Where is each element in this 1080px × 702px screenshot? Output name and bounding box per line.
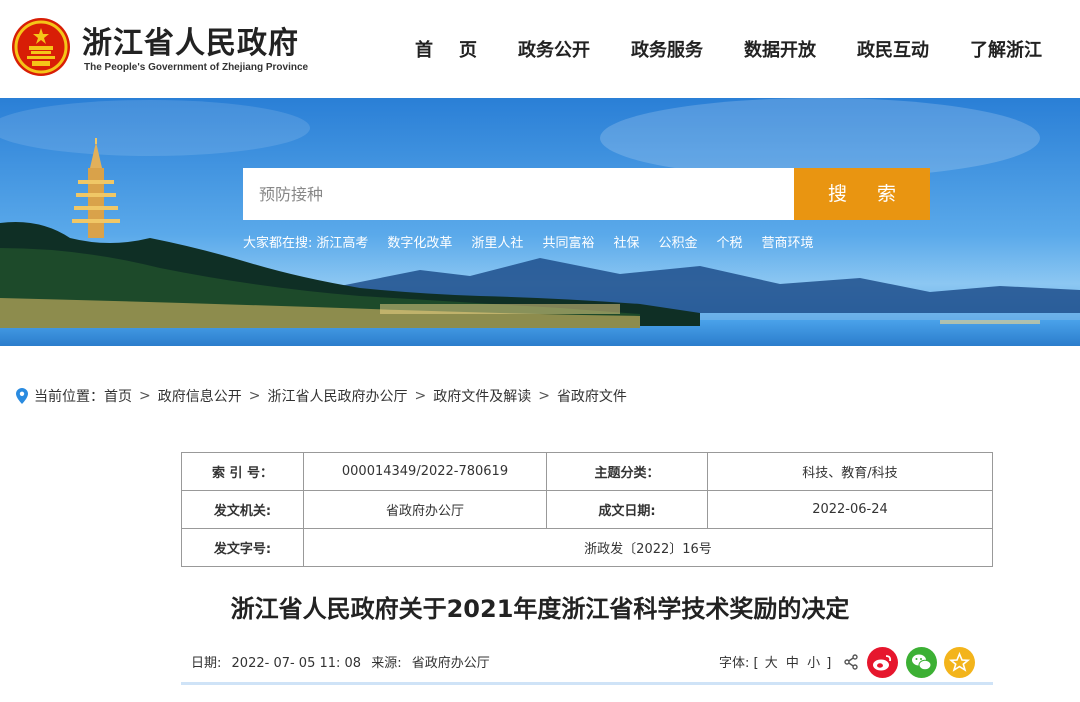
- weibo-icon: [873, 655, 892, 671]
- search-button[interactable]: 搜 索: [794, 168, 930, 220]
- weibo-share-button[interactable]: [867, 647, 898, 678]
- source-label: 来源:: [371, 656, 402, 671]
- national-emblem-icon[interactable]: [10, 16, 72, 78]
- document-number-label: 发文字号:: [181, 528, 304, 567]
- index-number-value: 000014349/2022-780619: [303, 452, 547, 491]
- font-size-control: 字体: [ 大 中 小 ]: [719, 652, 831, 671]
- article-divider: [181, 682, 993, 685]
- search-banner: 搜 索 大家都在搜: 浙江高考 数字化改革 浙里人社 共同富裕 社保 公积金 个…: [0, 98, 1080, 346]
- font-small-option[interactable]: 小: [807, 656, 820, 671]
- document-number-value: 浙政发〔2022〕16号: [303, 528, 993, 567]
- west-lake-banner-image: [0, 98, 1080, 346]
- breadcrumb-home[interactable]: 首页: [104, 386, 132, 406]
- table-row: 发文字号: 浙政发〔2022〕16号: [181, 528, 993, 567]
- hot-link-business-environment[interactable]: 营商环境: [762, 232, 814, 251]
- breadcrumb-general-office[interactable]: 浙江省人民政府办公厅: [267, 386, 407, 406]
- hot-link-zheli-renshe[interactable]: 浙里人社: [471, 232, 523, 251]
- favorite-button[interactable]: [944, 647, 975, 678]
- hot-searches: 大家都在搜: 浙江高考 数字化改革 浙里人社 共同富裕 社保 公积金 个税 营商…: [243, 232, 833, 251]
- issuer-value: 省政府办公厅: [303, 490, 547, 529]
- share-icon[interactable]: [843, 654, 859, 670]
- nav-gov-affairs-open[interactable]: 政务公开: [518, 36, 590, 62]
- wechat-share-button[interactable]: [906, 647, 937, 678]
- main-nav: 首页 政务公开 政务服务 数据开放 政民互动 了解浙江: [374, 36, 1042, 62]
- nav-about-zhejiang[interactable]: 了解浙江: [970, 36, 1042, 62]
- hot-link-digital-reform[interactable]: 数字化改革: [387, 232, 452, 251]
- article-meta: 日期: 2022- 07- 05 11: 08 来源: 省政府办公厅: [191, 652, 496, 671]
- font-medium-option[interactable]: 中: [786, 656, 799, 671]
- location-pin-icon: [16, 388, 28, 404]
- breadcrumb-label: 当前位置：: [34, 389, 104, 405]
- topic-label: 主题分类：: [546, 452, 708, 491]
- hot-link-income-tax[interactable]: 个税: [716, 232, 742, 251]
- font-bracket-close: ]: [826, 656, 832, 671]
- font-bracket-open: [: [753, 656, 759, 671]
- table-row: 索 引 号： 000014349/2022-780619 主题分类： 科技、教育…: [181, 452, 993, 491]
- search-input[interactable]: [243, 168, 794, 220]
- nav-open-data[interactable]: 数据开放: [744, 36, 816, 62]
- hot-searches-label: 大家都在搜:: [243, 236, 313, 251]
- index-number-label: 索 引 号：: [181, 452, 304, 491]
- site-header: 浙江省人民政府 The People's Government of Zheji…: [0, 0, 1080, 98]
- date-value: 2022- 07- 05 11: 08: [231, 656, 362, 671]
- breadcrumb-info-disclosure[interactable]: 政府信息公开: [158, 386, 242, 406]
- breadcrumb-separator: >: [248, 388, 261, 404]
- wechat-icon: [912, 654, 932, 671]
- issuer-label: 发文机关:: [181, 490, 304, 529]
- hot-link-common-prosperity[interactable]: 共同富裕: [542, 232, 594, 251]
- nav-home[interactable]: 首页: [415, 36, 503, 62]
- star-icon: [948, 651, 971, 672]
- hot-link-social-security[interactable]: 社保: [613, 232, 639, 251]
- written-date-label: 成文日期:: [546, 490, 708, 529]
- nav-gov-services[interactable]: 政务服务: [631, 36, 703, 62]
- written-date-value: 2022-06-24: [707, 490, 993, 529]
- breadcrumb-separator: >: [139, 388, 151, 404]
- breadcrumb-provincial-documents[interactable]: 省政府文件: [557, 386, 627, 406]
- nav-interaction[interactable]: 政民互动: [857, 36, 929, 62]
- breadcrumb-separator: >: [414, 388, 427, 404]
- breadcrumb: 当前位置： 首页 > 政府信息公开 > 浙江省人民政府办公厅 > 政府文件及解读…: [16, 386, 627, 406]
- font-large-option[interactable]: 大: [765, 656, 778, 671]
- table-row: 发文机关: 省政府办公厅 成文日期: 2022-06-24: [181, 490, 993, 529]
- document-info-table: 索 引 号： 000014349/2022-780619 主题分类： 科技、教育…: [181, 452, 993, 567]
- font-size-label: 字体:: [719, 656, 750, 671]
- hot-link-gaokao[interactable]: 浙江高考: [316, 232, 368, 251]
- breadcrumb-documents[interactable]: 政府文件及解读: [433, 386, 531, 406]
- article-title: 浙江省人民政府关于2021年度浙江省科学技术奖励的决定: [230, 595, 850, 623]
- breadcrumb-separator: >: [538, 388, 550, 404]
- hot-link-housing-fund[interactable]: 公积金: [658, 232, 697, 251]
- date-label: 日期:: [191, 656, 222, 671]
- site-title[interactable]: 浙江省人民政府: [82, 18, 299, 62]
- source-value: 省政府办公厅: [411, 656, 490, 671]
- site-subtitle: The People's Government of Zhejiang Prov…: [84, 62, 309, 73]
- topic-value: 科技、教育/科技: [707, 452, 993, 491]
